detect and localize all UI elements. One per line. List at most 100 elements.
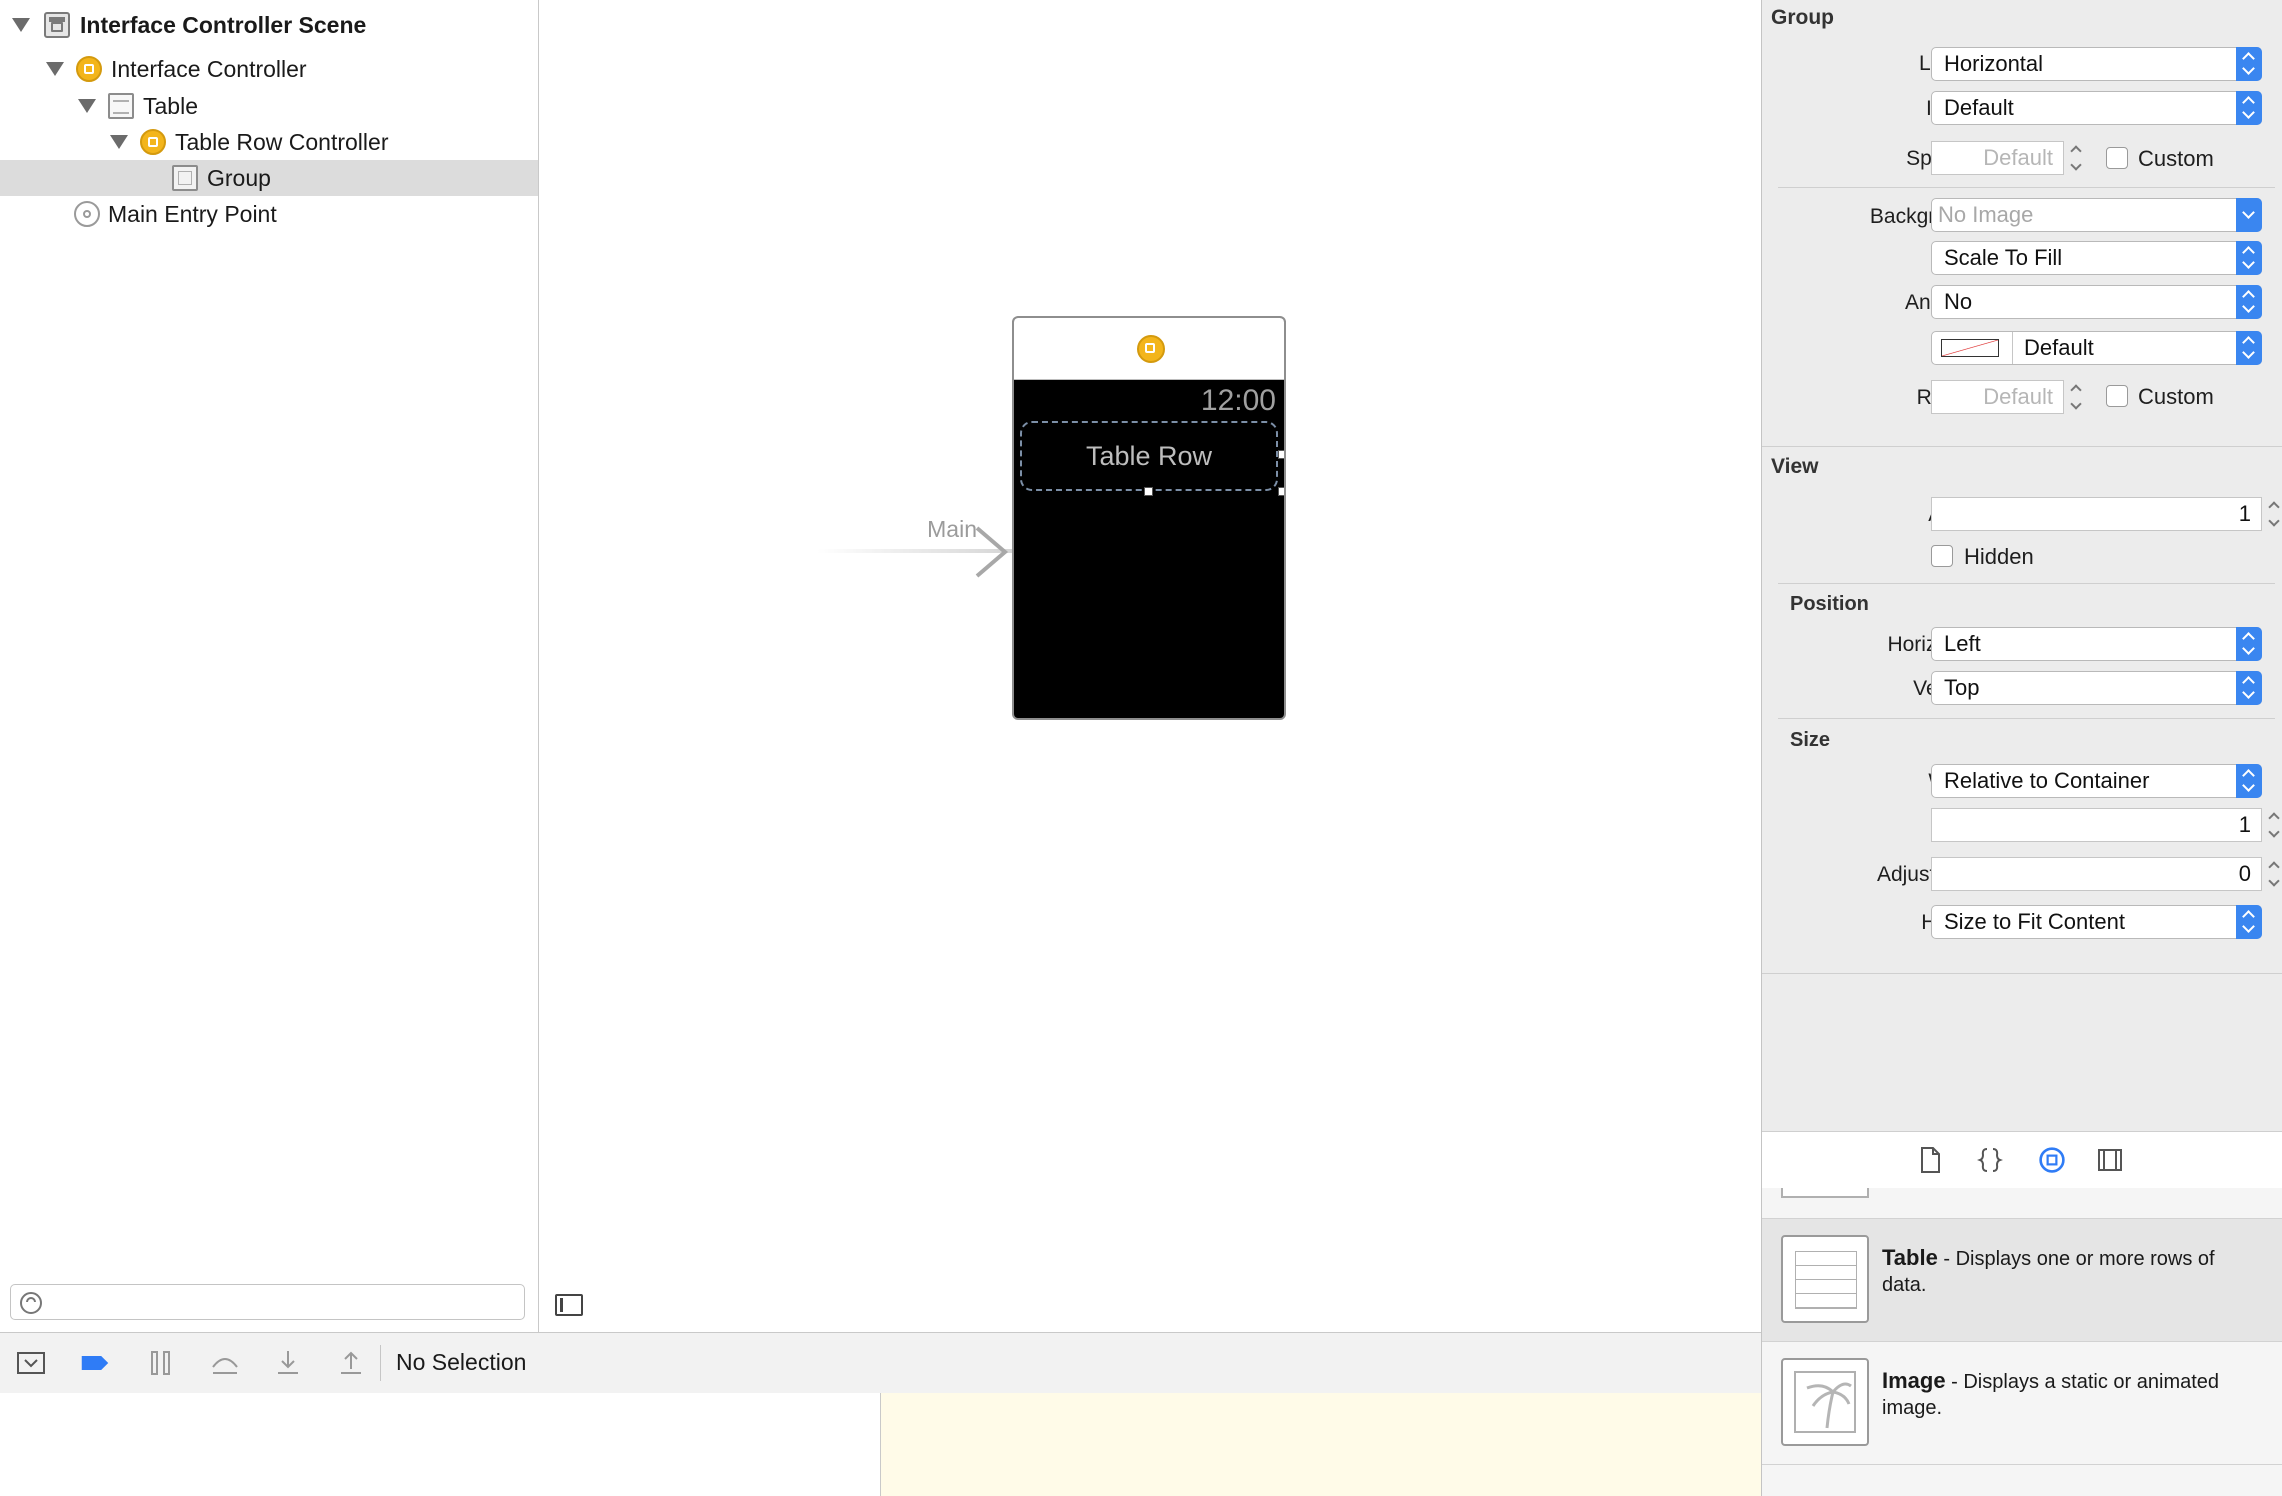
library-item-table[interactable]: Table - Displays one or more rows of dat…	[1762, 1219, 2282, 1342]
popup-arrows-icon	[2236, 91, 2262, 125]
outline-toggle-icon[interactable]	[555, 1294, 583, 1316]
file-template-library-icon[interactable]	[1917, 1146, 1943, 1174]
library-item-description: Table - Displays one or more rows of dat…	[1882, 1245, 2262, 1298]
width-popup[interactable]: Relative to Container	[1931, 764, 2262, 798]
radius-field[interactable]: Default	[1931, 380, 2064, 414]
library-tab-bar	[1762, 1131, 2282, 1189]
table-icon	[108, 93, 134, 119]
radius-stepper[interactable]	[2068, 380, 2084, 414]
color-separator	[2012, 332, 2013, 364]
object-library-icon[interactable]	[2036, 1146, 2068, 1174]
entry-point-label: Main	[927, 516, 977, 542]
resize-handle-bottom[interactable]	[1144, 487, 1153, 496]
filter-icon	[20, 1292, 42, 1314]
table-rows-graphic	[1795, 1251, 1857, 1309]
disclosure-triangle-icon[interactable]	[12, 18, 30, 32]
debug-bar: No Selection	[0, 1332, 1761, 1394]
group-icon	[172, 165, 198, 191]
code-snippet-library-icon[interactable]	[1977, 1146, 2003, 1174]
outline-item-table-row-controller[interactable]: Table Row Controller	[0, 124, 538, 160]
background-value: No Image	[1938, 202, 2034, 227]
watch-interface-scene[interactable]: 12:00 Table Row	[1012, 316, 1286, 720]
width-multiplier-field[interactable]: 1	[1931, 808, 2262, 842]
color-popup[interactable]: Default	[1931, 331, 2262, 365]
outline-item-table[interactable]: Table	[0, 88, 538, 124]
step-into-icon[interactable]	[273, 1349, 303, 1377]
popup-arrows-icon	[2236, 331, 2262, 365]
spacing-field[interactable]: Default	[1931, 141, 2064, 175]
outline-item-interface-controller[interactable]: Interface Controller	[0, 51, 538, 87]
alpha-field[interactable]: 1	[1931, 497, 2262, 531]
pause-icon[interactable]	[146, 1349, 176, 1377]
outline-item-group[interactable]: Group	[0, 160, 538, 196]
outline-item-label: Group	[207, 165, 271, 191]
animate-popup[interactable]: No	[1931, 285, 2262, 319]
spacing-custom-label: Custom	[2138, 146, 2214, 171]
watch-time: 12:00	[1200, 384, 1276, 417]
insets-value: Default	[1944, 95, 2014, 120]
layout-popup[interactable]: Horizontal	[1931, 47, 2262, 81]
outline-filter-input[interactable]	[10, 1284, 525, 1320]
color-swatch[interactable]	[1941, 339, 1999, 357]
step-over-icon[interactable]	[210, 1349, 240, 1377]
position-section-title: Position	[1790, 593, 1869, 615]
alpha-stepper[interactable]	[2266, 497, 2282, 531]
outline-filter-bar	[0, 1270, 538, 1332]
spacing-stepper[interactable]	[2068, 141, 2084, 175]
debug-separator	[380, 1345, 381, 1381]
library-item-description: Image - Displays a static or animated im…	[1882, 1368, 2262, 1421]
step-out-icon[interactable]	[336, 1349, 366, 1377]
adjustment-field[interactable]: 0	[1931, 857, 2262, 891]
library-item-partial	[1781, 1188, 1869, 1198]
radius-custom-label: Custom	[2138, 384, 2214, 409]
document-outline: Interface Controller Scene Interface Con…	[0, 0, 539, 1332]
insets-popup[interactable]: Default	[1931, 91, 2262, 125]
table-row-group[interactable]: Table Row	[1020, 421, 1278, 491]
scene-dock[interactable]	[1014, 318, 1284, 380]
hide-debug-area-icon[interactable]	[16, 1349, 46, 1377]
object-library-list[interactable]: Table - Displays one or more rows of dat…	[1762, 1188, 2282, 1496]
console-view[interactable]	[881, 1393, 1761, 1496]
table-thumbnail-icon	[1781, 1235, 1869, 1323]
outline-item-label: Table	[143, 93, 198, 119]
popup-arrows-icon	[2236, 285, 2262, 319]
vertical-position-popup[interactable]: Top	[1931, 671, 2262, 705]
disclosure-triangle-icon[interactable]	[46, 62, 64, 76]
entry-arrow-head-icon	[975, 526, 1009, 578]
section-divider	[1762, 973, 2282, 974]
popup-arrows-icon	[2236, 627, 2262, 661]
vertical-value: Top	[1944, 675, 1980, 700]
height-value: Size to Fit Content	[1944, 909, 2125, 934]
outline-item-main-entry-point[interactable]: Main Entry Point	[0, 196, 538, 232]
table-row-label: Table Row	[1085, 441, 1213, 471]
storyboard-canvas[interactable]: Main 12:00 Table Row	[539, 0, 1761, 1332]
height-popup[interactable]: Size to Fit Content	[1931, 905, 2262, 939]
popup-arrows-icon	[2236, 905, 2262, 939]
outline-item-scene[interactable]: Interface Controller Scene	[0, 7, 538, 43]
breakpoints-icon[interactable]	[80, 1349, 110, 1377]
disclosure-triangle-icon[interactable]	[78, 99, 96, 113]
mode-popup[interactable]: Scale To Fill	[1931, 241, 2262, 275]
media-library-icon[interactable]	[2097, 1146, 2123, 1174]
debug-status-label: No Selection	[396, 1349, 527, 1375]
interface-controller-icon[interactable]	[1137, 335, 1165, 363]
horizontal-value: Left	[1944, 631, 1981, 656]
hidden-checkbox[interactable]	[1931, 545, 1953, 567]
width-multiplier-stepper[interactable]	[2266, 808, 2282, 842]
adjustment-stepper[interactable]	[2266, 857, 2282, 891]
outline-item-label: Interface Controller Scene	[80, 12, 367, 38]
variables-view[interactable]	[0, 1393, 881, 1496]
popup-arrows-icon	[2236, 671, 2262, 705]
mode-value: Scale To Fill	[1944, 245, 2063, 270]
resize-handle-bottom-right[interactable]	[1278, 487, 1284, 496]
horizontal-position-popup[interactable]: Left	[1931, 627, 2262, 661]
disclosure-triangle-icon[interactable]	[110, 135, 128, 149]
library-item-image[interactable]: Image - Displays a static or animated im…	[1762, 1342, 2282, 1465]
divider	[1778, 187, 2275, 188]
row-controller-icon	[140, 129, 166, 155]
radius-custom-checkbox[interactable]	[2106, 385, 2128, 407]
background-popup[interactable]: No Image	[1931, 198, 2262, 232]
resize-handle-right[interactable]	[1278, 450, 1284, 459]
hidden-label: Hidden	[1964, 544, 2034, 569]
spacing-custom-checkbox[interactable]	[2106, 147, 2128, 169]
